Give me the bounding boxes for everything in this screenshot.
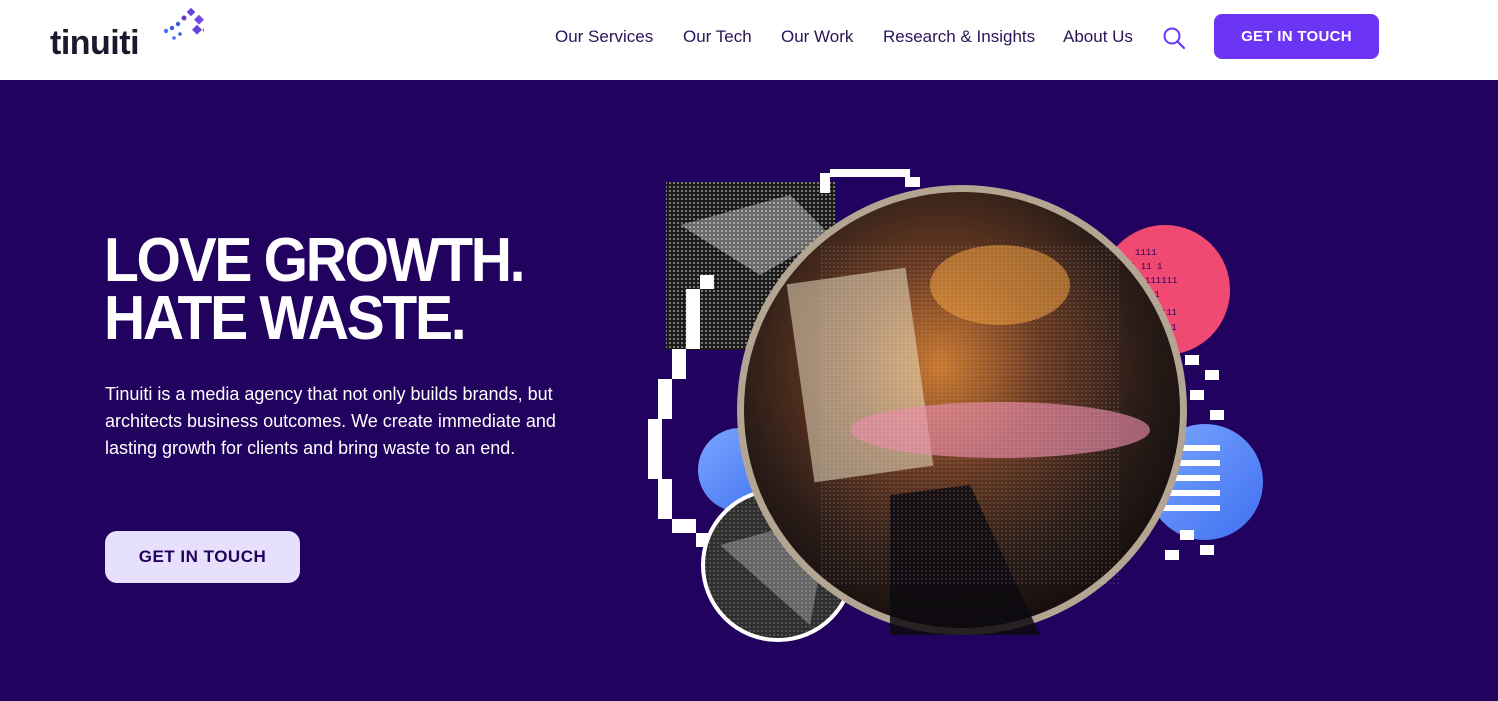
nav-our-work[interactable]: Our Work bbox=[781, 27, 853, 47]
get-in-touch-hero-button[interactable]: GET IN TOUCH bbox=[105, 531, 300, 583]
logo-dots-icon bbox=[163, 7, 204, 40]
headline-line-1: LOVE GROWTH. bbox=[104, 226, 526, 295]
nav-our-services[interactable]: Our Services bbox=[555, 27, 653, 47]
headline-line-2: HATE WASTE. bbox=[104, 284, 467, 353]
hero-collage-image: 1111 1 11 1 111111 11 1 1 111 1101 bbox=[648, 169, 1263, 642]
logo[interactable]: tinuiti bbox=[50, 4, 204, 66]
site-header: tinuiti Our Services Our Tech Our Work R… bbox=[0, 0, 1498, 80]
nav-research-insights[interactable]: Research & Insights bbox=[883, 27, 1035, 47]
svg-text:1111: 1111 bbox=[1135, 248, 1157, 258]
get-in-touch-header-button[interactable]: GET IN TOUCH bbox=[1214, 14, 1379, 59]
search-icon[interactable] bbox=[1162, 26, 1186, 50]
svg-text:111111: 111111 bbox=[1145, 276, 1177, 286]
nav-about-us[interactable]: About Us bbox=[1063, 27, 1133, 47]
hero-description: Tinuiti is a media agency that not only … bbox=[105, 384, 556, 458]
nav-our-tech[interactable]: Our Tech bbox=[683, 27, 752, 47]
hero-headline: LOVE GROWTH. HATE WASTE. bbox=[104, 226, 526, 353]
